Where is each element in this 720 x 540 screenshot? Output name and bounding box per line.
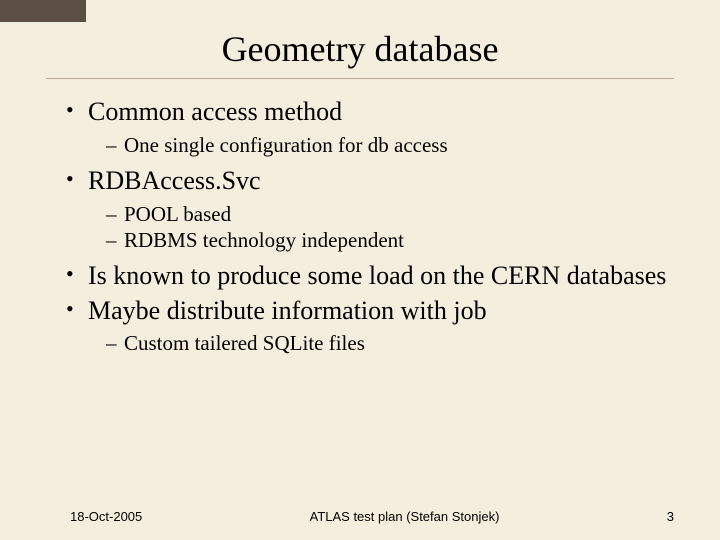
bullet-text: Maybe distribute information with job: [88, 296, 487, 325]
sub-list: One single configuration for db access: [106, 132, 674, 158]
list-item: Custom tailered SQLite files: [106, 330, 674, 356]
bullet-text: Common access method: [88, 97, 342, 126]
corner-accent: [0, 0, 86, 22]
page-title: Geometry database: [46, 0, 674, 78]
sub-list: Custom tailered SQLite files: [106, 330, 674, 356]
bullet-text: Custom tailered SQLite files: [124, 331, 365, 355]
list-item: Maybe distribute information with job Cu…: [66, 296, 674, 357]
footer-center: ATLAS test plan (Stefan Stonjek): [142, 509, 667, 524]
bullet-text: POOL based: [124, 202, 231, 226]
list-item: RDBMS technology independent: [106, 227, 674, 253]
bullet-text: RDBAccess.Svc: [88, 166, 261, 195]
bullet-list: Common access method One single configur…: [66, 97, 674, 357]
bullet-text: One single configuration for db access: [124, 133, 448, 157]
footer-page: 3: [667, 509, 674, 524]
footer-date: 18-Oct-2005: [70, 509, 142, 524]
bullet-text: Is known to produce some load on the CER…: [88, 261, 666, 290]
list-item: RDBAccess.Svc POOL based RDBMS technolog…: [66, 166, 674, 253]
slide: Geometry database Common access method O…: [0, 0, 720, 540]
list-item: Is known to produce some load on the CER…: [66, 261, 674, 292]
list-item: One single configuration for db access: [106, 132, 674, 158]
list-item: POOL based: [106, 201, 674, 227]
list-item: Common access method One single configur…: [66, 97, 674, 158]
sub-list: POOL based RDBMS technology independent: [106, 201, 674, 254]
bullet-text: RDBMS technology independent: [124, 228, 404, 252]
footer: 18-Oct-2005 ATLAS test plan (Stefan Ston…: [0, 509, 720, 524]
title-rule: [46, 78, 674, 79]
